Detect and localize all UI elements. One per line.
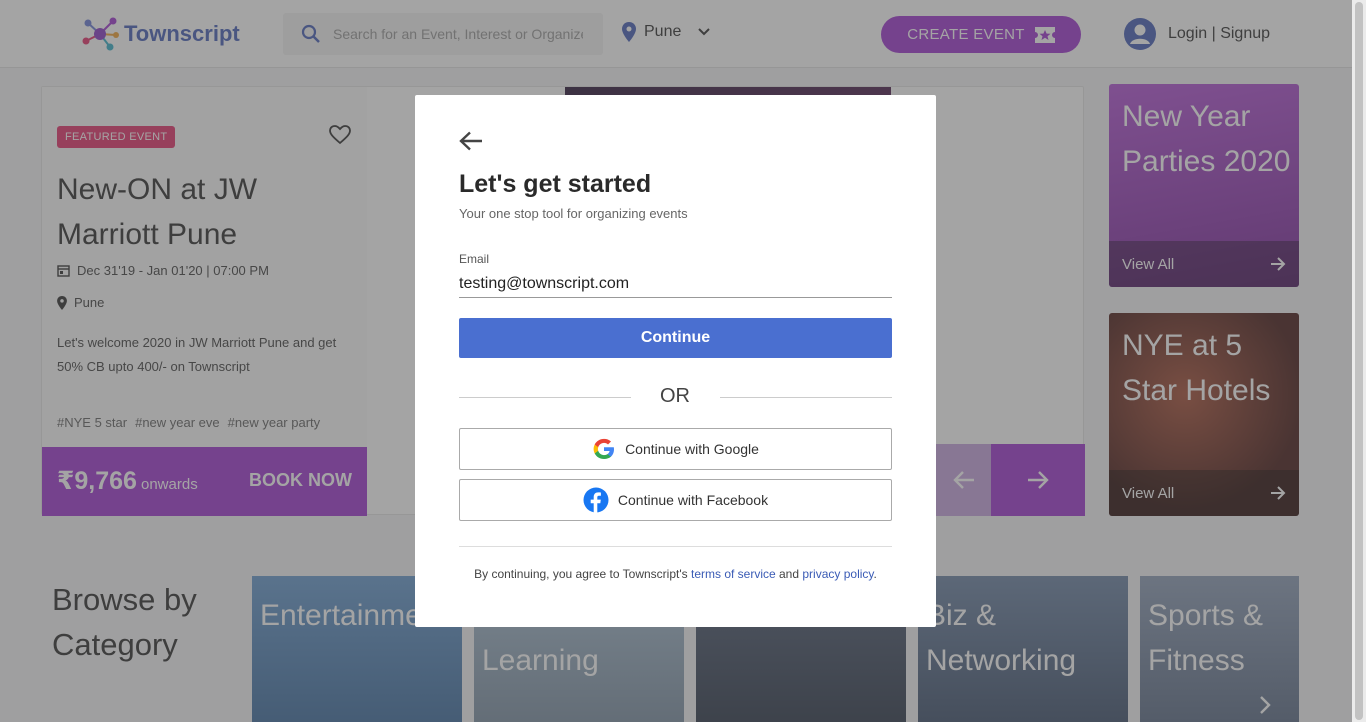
email-field[interactable] <box>459 270 892 298</box>
back-arrow-icon[interactable] <box>459 131 483 151</box>
terms-prefix: By continuing, you agree to Townscript's <box>474 567 691 581</box>
facebook-icon <box>583 487 609 513</box>
google-button-label: Continue with Google <box>625 441 759 457</box>
continue-with-facebook-button[interactable]: Continue with Facebook <box>459 479 892 521</box>
modal-divider <box>459 546 892 547</box>
continue-button[interactable]: Continue <box>459 318 892 358</box>
terms-and: and <box>775 567 803 581</box>
modal-subtitle: Your one stop tool for organizing events <box>459 206 688 221</box>
modal-title: Let's get started <box>459 170 652 198</box>
email-label: Email <box>459 252 490 266</box>
facebook-button-label: Continue with Facebook <box>617 492 769 508</box>
terms-suffix: . <box>873 567 877 581</box>
privacy-policy-link[interactable]: privacy policy <box>802 567 873 581</box>
divider-line <box>720 397 892 398</box>
divider-line <box>459 397 631 398</box>
terms-of-service-link[interactable]: terms of service <box>691 567 776 581</box>
or-separator: OR <box>660 385 690 407</box>
scrollbar-thumb[interactable] <box>1355 2 1363 720</box>
google-icon <box>593 438 615 459</box>
terms-notice: By continuing, you agree to Townscript's… <box>415 567 936 581</box>
login-modal: Let's get started Your one stop tool for… <box>415 95 936 627</box>
continue-with-google-button[interactable]: Continue with Google <box>459 428 892 470</box>
